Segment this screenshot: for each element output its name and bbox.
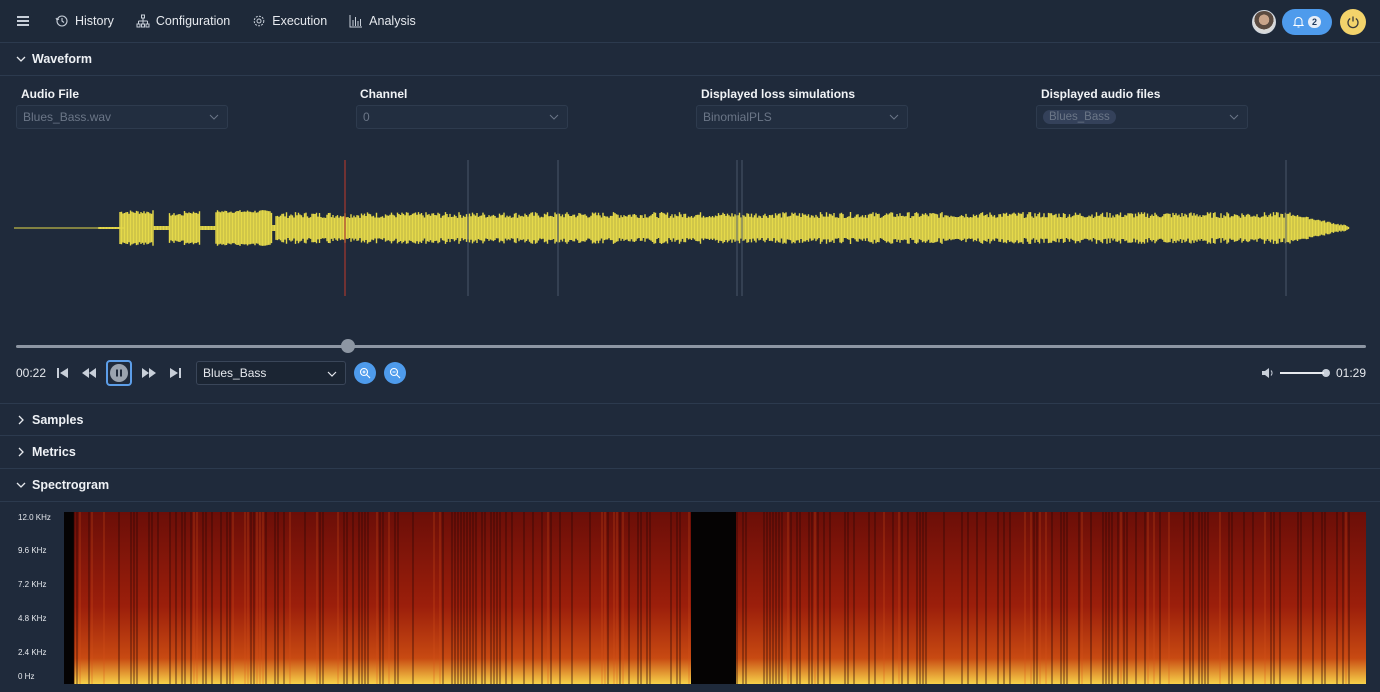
power-button[interactable] [1340, 9, 1366, 35]
nav-history[interactable]: History [55, 14, 114, 28]
spectrogram-panel: 12.0 KHz 9.6 KHz 7.2 KHz 4.8 KHz 2.4 KHz… [14, 510, 1366, 686]
chevron-right-icon [18, 447, 24, 457]
spectrogram-section-title: Spectrogram [32, 478, 110, 492]
chevron-down-icon [1229, 114, 1239, 120]
player-file-select[interactable]: Blues_Bass [196, 361, 347, 385]
notifications-button[interactable]: 2 [1282, 9, 1332, 35]
nav-configuration[interactable]: Configuration [136, 14, 230, 28]
chevron-down-icon [549, 114, 559, 120]
audio-file-chip: Blues_Bass [1043, 110, 1116, 124]
audio-file-label: Audio File [21, 87, 79, 101]
samples-section-title: Samples [32, 412, 84, 427]
top-navigation: History Configuration Execution Analysis… [0, 0, 1380, 43]
frequency-tick: 4.8 KHz [18, 614, 47, 623]
pause-icon [116, 369, 123, 377]
audio-files-label: Displayed audio files [1041, 87, 1161, 101]
zoom-in-icon [359, 367, 371, 379]
bar-chart-icon [349, 15, 363, 28]
frequency-tick: 12.0 KHz [18, 513, 51, 522]
frequency-tick: 9.6 KHz [18, 546, 47, 555]
zoom-out-button[interactable] [384, 362, 407, 384]
volume-icon[interactable] [1260, 366, 1276, 380]
chevron-down-icon [209, 114, 219, 120]
audio-file-select[interactable]: Blues_Bass.wav [16, 105, 228, 129]
spectrogram-section-header[interactable]: Spectrogram [0, 469, 1380, 502]
channel-label: Channel [360, 87, 408, 101]
samples-section-header[interactable]: Samples [0, 403, 1380, 436]
volume-slider[interactable] [1279, 372, 1324, 374]
sitemap-icon [136, 14, 150, 28]
avatar[interactable] [1252, 10, 1276, 34]
pause-button[interactable] [106, 360, 133, 386]
spectrogram-frequency-axis: 12.0 KHz 9.6 KHz 7.2 KHz 4.8 KHz 2.4 KHz… [14, 510, 54, 686]
nav-analysis[interactable]: Analysis [349, 14, 416, 28]
waveform-section-header[interactable]: Waveform [0, 43, 1380, 76]
seek-bar[interactable] [16, 345, 1366, 348]
player-file-value: Blues_Bass [203, 366, 267, 380]
skip-start-icon[interactable] [54, 366, 72, 380]
bell-icon [1292, 17, 1304, 28]
nav-execution[interactable]: Execution [252, 14, 327, 28]
chevron-down-icon [16, 482, 26, 488]
player-controls: 00:22 Blues_Bass [16, 360, 407, 386]
volume-control: 01:29 [1260, 366, 1366, 380]
frequency-tick: 2.4 KHz [18, 648, 47, 657]
gear-icon [253, 15, 265, 27]
channel-select[interactable]: 0 [356, 105, 568, 129]
loss-simulations-value: BinomialPLS [703, 110, 772, 124]
history-icon [55, 15, 68, 27]
chevron-down-icon [327, 371, 337, 377]
audio-file-value: Blues_Bass.wav [23, 110, 112, 124]
notification-count-badge: 2 [1307, 16, 1321, 28]
chevron-down-icon [889, 114, 899, 120]
nav-execution-label: Execution [272, 14, 328, 28]
current-time: 00:22 [16, 366, 47, 380]
nav-analysis-label: Analysis [369, 14, 416, 28]
waveform-section-title: Waveform [32, 52, 92, 66]
chevron-right-icon [18, 415, 24, 424]
chevron-down-icon [16, 56, 26, 62]
power-icon [1347, 16, 1359, 29]
waveform-display[interactable] [14, 158, 1366, 298]
channel-value: 0 [363, 110, 370, 124]
nav-history-label: History [75, 14, 114, 28]
frequency-tick: 7.2 KHz [18, 580, 47, 589]
metrics-section-title: Metrics [32, 445, 76, 459]
rewind-icon[interactable] [80, 366, 98, 380]
loss-simulations-label: Displayed loss simulations [701, 87, 856, 101]
audio-files-select[interactable]: Blues_Bass [1036, 105, 1248, 129]
metrics-section-header[interactable]: Metrics [0, 436, 1380, 469]
total-time: 01:29 [1335, 366, 1366, 380]
zoom-out-icon [389, 367, 401, 379]
seek-thumb[interactable] [341, 339, 355, 353]
loss-simulations-select[interactable]: BinomialPLS [696, 105, 908, 129]
frequency-tick: 0 Hz [18, 672, 35, 681]
fast-forward-icon[interactable] [140, 366, 158, 380]
spectrogram-image[interactable] [64, 512, 1366, 684]
zoom-in-button[interactable] [354, 362, 377, 384]
skip-end-icon[interactable] [166, 366, 184, 380]
nav-configuration-label: Configuration [155, 14, 231, 28]
menu-icon[interactable] [17, 15, 33, 27]
